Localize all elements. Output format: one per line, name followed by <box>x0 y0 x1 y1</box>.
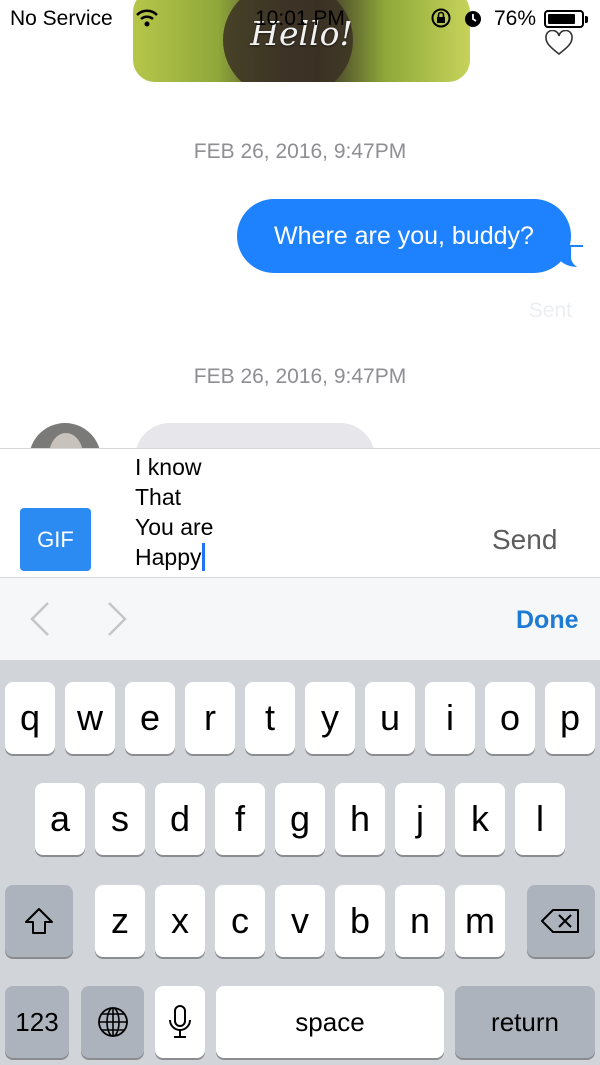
backspace-key[interactable] <box>527 885 595 957</box>
key-c[interactable]: c <box>215 885 265 957</box>
keyboard: q w e r t y u i o p a s d f g h j k l z … <box>0 660 600 1065</box>
key-z[interactable]: z <box>95 885 145 957</box>
key-h[interactable]: h <box>335 783 385 855</box>
key-r[interactable]: r <box>185 682 235 754</box>
message-line: That <box>135 484 182 510</box>
message-line: You are <box>135 514 214 540</box>
key-t[interactable]: t <box>245 682 295 754</box>
battery-icon <box>544 10 588 28</box>
key-i[interactable]: i <box>425 682 475 754</box>
microphone-key[interactable] <box>155 986 205 1058</box>
key-b[interactable]: b <box>335 885 385 957</box>
key-u[interactable]: u <box>365 682 415 754</box>
key-s[interactable]: s <box>95 783 145 855</box>
key-n[interactable]: n <box>395 885 445 957</box>
space-key[interactable]: space <box>216 986 444 1058</box>
key-a[interactable]: a <box>35 783 85 855</box>
text-cursor <box>202 543 206 571</box>
done-button[interactable]: Done <box>516 606 579 635</box>
key-g[interactable]: g <box>275 783 325 855</box>
wifi-icon <box>135 8 159 34</box>
key-q[interactable]: q <box>5 682 55 754</box>
shift-key[interactable] <box>5 885 73 957</box>
key-j[interactable]: j <box>395 783 445 855</box>
carrier-label: No Service <box>10 7 113 30</box>
message-timestamp: FEB 26, 2016, 9:47PM <box>193 140 407 163</box>
message-input[interactable]: I know That You are Happy <box>135 452 213 572</box>
message-composer: GIF I know That You are Happy Send <box>0 448 600 577</box>
key-x[interactable]: x <box>155 885 205 957</box>
key-o[interactable]: o <box>485 682 535 754</box>
return-key[interactable]: return <box>455 986 595 1058</box>
message-timestamp: FEB 26, 2016, 9:47PM <box>193 365 407 388</box>
rotation-lock-icon <box>430 7 452 35</box>
chevron-right-icon[interactable] <box>105 600 129 643</box>
alarm-icon <box>462 7 484 35</box>
key-e[interactable]: e <box>125 682 175 754</box>
key-l[interactable]: l <box>515 783 565 855</box>
outgoing-message-text: Where are you, buddy? <box>274 221 534 250</box>
globe-key[interactable] <box>81 986 144 1058</box>
numbers-key[interactable]: 123 <box>5 986 69 1058</box>
backspace-icon <box>541 909 579 933</box>
key-w[interactable]: w <box>65 682 115 754</box>
globe-icon <box>97 1007 128 1037</box>
key-v[interactable]: v <box>275 885 325 957</box>
message-line: Happy <box>135 544 202 570</box>
outgoing-message-bubble[interactable]: Where are you, buddy? <box>237 199 591 273</box>
key-k[interactable]: k <box>455 783 505 855</box>
key-m[interactable]: m <box>455 885 505 957</box>
message-line: I know <box>135 454 202 480</box>
key-f[interactable]: f <box>215 783 265 855</box>
send-button[interactable]: Send <box>492 524 557 556</box>
keyboard-accessory-bar: Done <box>0 577 600 660</box>
shift-icon <box>25 908 53 934</box>
gif-button[interactable]: GIF <box>20 508 91 571</box>
delivery-status: Sent <box>528 299 572 322</box>
key-d[interactable]: d <box>155 783 205 855</box>
chevron-left-icon[interactable] <box>28 600 52 643</box>
battery-percentage: 76% <box>494 7 537 30</box>
status-bar: No Service 10:01 PM 76% <box>0 0 600 40</box>
microphone-icon <box>169 1005 191 1038</box>
key-p[interactable]: p <box>545 682 595 754</box>
status-time: 10:01 PM <box>255 7 345 30</box>
key-y[interactable]: y <box>305 682 355 754</box>
